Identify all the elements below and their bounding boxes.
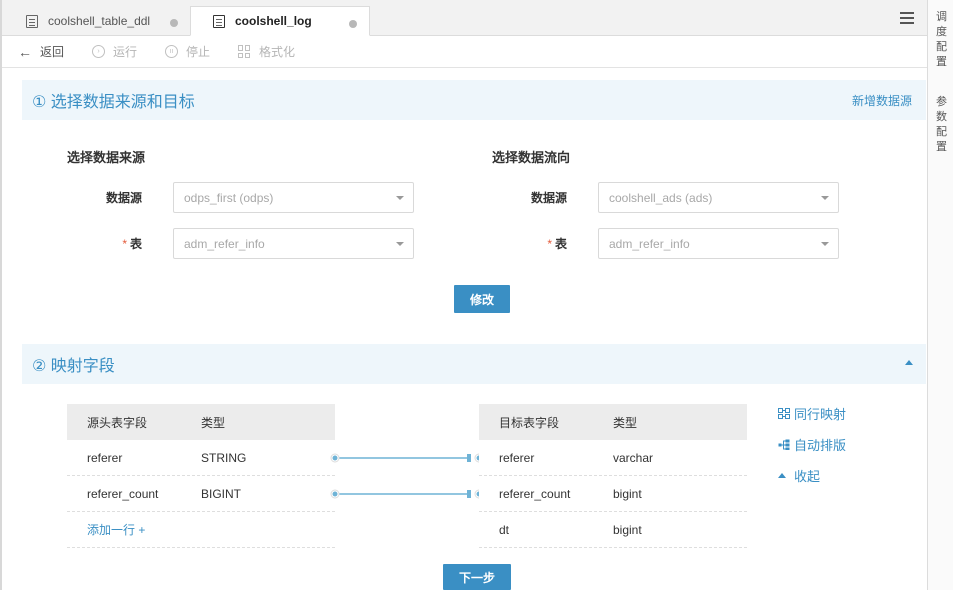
add-row-row: 添加一行 + — [67, 512, 335, 548]
caret-down-icon — [821, 242, 829, 246]
menu-icon[interactable] — [900, 12, 914, 24]
tab-label: coolshell_log — [235, 14, 312, 28]
target-table-label: * 表 — [507, 235, 567, 252]
required-mark: * — [547, 237, 552, 251]
collapse-label: 收起 — [794, 469, 821, 484]
connector-referer[interactable] — [330, 453, 484, 463]
run-label: 运行 — [113, 45, 138, 59]
tab-label: coolshell_table_ddl — [48, 14, 151, 28]
same-row-map-link[interactable]: 同行映射 — [778, 404, 846, 423]
same-row-map-label: 同行映射 — [794, 407, 847, 422]
target-table-select[interactable]: adm_refer_info — [598, 228, 839, 259]
map-icon — [778, 408, 790, 419]
field-name: referer — [499, 450, 535, 465]
auto-layout-link[interactable]: 自动排版 — [778, 435, 846, 454]
back-button[interactable]: ← 返回 — [18, 43, 64, 60]
caret-down-icon — [396, 196, 404, 200]
table-row[interactable]: dt bigint — [479, 512, 747, 548]
table-header: 目标表字段 类型 — [479, 404, 747, 440]
tab-bar: coolshell_table_ddl coolshell_log — [2, 0, 927, 36]
table-label-text: 表 — [129, 237, 142, 251]
field-type: STRING — [201, 450, 247, 465]
field-type: bigint — [613, 486, 642, 501]
stop-label: 停止 — [186, 45, 211, 59]
toolbar: ← 返回 › 运行 ıı 停止 格式化 — [2, 36, 927, 68]
layout-icon — [778, 439, 790, 450]
modify-button[interactable]: 修改 — [454, 285, 510, 313]
app-window: coolshell_table_ddl coolshell_log ← 返回 ›… — [0, 0, 953, 590]
section-title: ① 选择数据来源和目标 — [32, 94, 195, 111]
section-field-mapping: ② 映射字段 — [22, 344, 926, 384]
add-row-link[interactable]: 添加一行 + — [67, 521, 201, 538]
source-table-select[interactable]: adm_refer_info — [173, 228, 414, 259]
add-datasource-link[interactable]: 新增数据源 — [852, 92, 912, 109]
file-table-icon — [213, 14, 225, 28]
back-label: 返回 — [40, 45, 65, 59]
target-title: 选择数据流向 — [492, 150, 571, 165]
connector-referer-count[interactable] — [330, 489, 484, 499]
format-icon — [238, 45, 251, 58]
select-value: adm_refer_info — [609, 236, 690, 251]
run-button[interactable]: › 运行 — [92, 43, 137, 60]
field-type: varchar — [613, 450, 654, 465]
collapse-link[interactable]: 收起 — [778, 466, 820, 485]
auto-layout-label: 自动排版 — [794, 438, 847, 453]
field-name: referer_count — [499, 486, 571, 501]
table-row[interactable]: referer_count BIGINT — [67, 476, 335, 512]
required-mark: * — [122, 237, 127, 251]
schedule-config-tab[interactable]: 调度配置 — [936, 10, 948, 70]
field-name: dt — [499, 522, 510, 537]
target-datasource-label: 数据源 — [530, 191, 567, 205]
tab-coolshell-log[interactable]: coolshell_log — [190, 6, 370, 36]
table-header: 源头表字段 类型 — [67, 404, 335, 440]
caret-down-icon — [396, 242, 404, 246]
section-select-source-target: ① 选择数据来源和目标 新增数据源 — [22, 80, 926, 120]
field-type: BIGINT — [201, 486, 242, 501]
param-config-tab[interactable]: 参数配置 — [936, 95, 948, 155]
format-button[interactable]: 格式化 — [238, 43, 295, 60]
column-header: 源头表字段 — [87, 415, 148, 430]
tab-close-dot-icon[interactable] — [349, 20, 357, 28]
caret-down-icon — [821, 196, 829, 200]
file-table-icon — [26, 14, 38, 28]
column-header: 类型 — [201, 415, 226, 430]
source-table-label: * 表 — [82, 235, 142, 252]
field-name: referer_count — [87, 486, 159, 501]
back-arrow-icon: ← — [18, 43, 32, 60]
column-header: 类型 — [613, 415, 638, 430]
select-value: adm_refer_info — [184, 236, 265, 251]
target-fields-table: 目标表字段 类型 referer varchar referer_count b… — [479, 404, 747, 548]
run-icon: › — [92, 45, 106, 58]
table-row[interactable]: referer STRING — [67, 440, 335, 476]
table-row[interactable]: referer varchar — [479, 440, 747, 476]
table-row[interactable]: referer_count bigint — [479, 476, 747, 512]
source-fields-table: 源头表字段 类型 referer STRING referer_count BI… — [67, 404, 335, 548]
source-title: 选择数据来源 — [67, 150, 146, 165]
section-title: ② 映射字段 — [32, 358, 115, 375]
right-rail: 调度配置 参数配置 — [927, 0, 953, 590]
stop-button[interactable]: ıı 停止 — [165, 43, 210, 60]
select-value: odps_first (odps) — [184, 190, 274, 205]
tab-close-dot-icon[interactable] — [170, 19, 178, 27]
left-border — [0, 0, 2, 590]
source-datasource-label: 数据源 — [105, 191, 142, 205]
source-datasource-select[interactable]: odps_first (odps) — [173, 182, 414, 213]
next-step-button[interactable]: 下一步 — [443, 564, 511, 590]
table-label-text: 表 — [554, 237, 567, 251]
caret-up-icon — [778, 473, 786, 478]
caret-up-icon[interactable] — [905, 360, 913, 365]
mapping-connectors — [330, 453, 484, 499]
format-label: 格式化 — [259, 45, 296, 59]
column-header: 目标表字段 — [499, 415, 560, 430]
field-name: referer — [87, 450, 123, 465]
tab-coolshell-table-ddl[interactable]: coolshell_table_ddl — [4, 6, 190, 36]
select-value: coolshell_ads (ads) — [609, 190, 713, 205]
stop-icon: ıı — [165, 45, 179, 58]
target-datasource-select[interactable]: coolshell_ads (ads) — [598, 182, 839, 213]
field-type: bigint — [613, 522, 642, 537]
